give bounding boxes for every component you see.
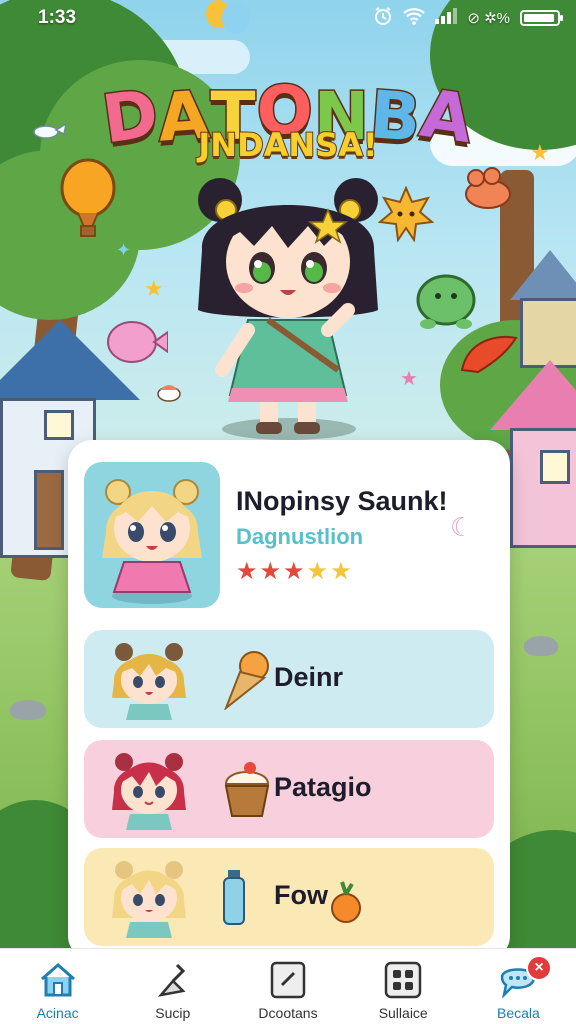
rating-star-icon: ★ xyxy=(259,558,282,585)
rock xyxy=(524,636,558,656)
orange-icon xyxy=(330,878,364,929)
pink-fish-icon xyxy=(104,316,169,375)
profile-role: Dagnustlion xyxy=(236,524,364,549)
status-bar: 1:33 ⊘ ✲% xyxy=(0,0,576,36)
item-avatar xyxy=(106,856,192,938)
bottle-and-orange-icon xyxy=(220,866,274,928)
status-time: 1:33 xyxy=(38,7,77,28)
notification-badge[interactable]: × xyxy=(526,955,553,981)
rating-star-icon: ★ xyxy=(306,558,329,585)
list-item-deinr[interactable]: Deinr xyxy=(84,630,494,728)
nav-item-dcootans[interactable]: Dcootans xyxy=(230,949,345,1024)
moon-icon: ☾ xyxy=(450,512,474,542)
profile-rating: ★ ★ ★ ★ ★ xyxy=(236,560,352,584)
nav-label: Acinac xyxy=(36,1005,79,1021)
item-label: Patagio xyxy=(274,772,372,802)
nav-label: Sullaice xyxy=(378,1005,428,1021)
sushi-icon xyxy=(156,378,182,409)
hot-air-balloon-icon xyxy=(56,158,120,253)
list-item-patagio[interactable]: Patagio xyxy=(84,740,494,838)
nav-label: Sucip xyxy=(155,1005,191,1021)
nav-item-becala[interactable]: Becala × xyxy=(461,949,576,1024)
ice-cream-cone-icon xyxy=(220,648,274,712)
nav-item-home[interactable]: Acinac xyxy=(0,949,115,1024)
right-house xyxy=(490,250,576,570)
profile-avatar[interactable] xyxy=(84,462,220,608)
star-icon: ★ xyxy=(144,276,164,301)
item-label: Fow xyxy=(274,880,328,910)
rating-star-icon: ★ xyxy=(236,558,258,585)
bottom-nav: Acinac Sucip Dcootans Sullaice Becala × xyxy=(0,948,576,1024)
hero-character xyxy=(188,170,388,440)
nav-item-sucip[interactable]: Sucip xyxy=(115,949,230,1024)
document-icon xyxy=(268,961,308,999)
rating-star-icon: ★ xyxy=(330,558,352,585)
alarm-icon xyxy=(373,6,393,30)
item-avatar xyxy=(106,638,192,720)
mouse-icon xyxy=(458,166,516,217)
broom-icon xyxy=(153,961,193,999)
sparkle-icon: ✦ xyxy=(116,240,132,260)
rock xyxy=(10,700,46,720)
rating-star-icon: ★ xyxy=(283,558,305,585)
home-icon xyxy=(38,961,78,999)
signal-icon xyxy=(435,8,458,28)
status-icons: ⊘ ✲% xyxy=(373,6,563,30)
status-extra-icons: ⊘ ✲% xyxy=(467,10,510,27)
character-panel: INopinsy Saunk! Dagnustlion ★ ★ ★ ★ ★ ☾ Dein… xyxy=(68,440,510,960)
game-subtitle: JNDANSA! xyxy=(197,125,378,165)
star-icon: ★ xyxy=(400,368,418,390)
nav-item-sullaice[interactable]: Sullaice xyxy=(346,949,461,1024)
nav-label: Becala xyxy=(497,1005,540,1021)
profile-name: INopinsy Saunk! xyxy=(236,486,448,516)
cupcake-icon xyxy=(220,758,274,820)
nav-label: Dcootans xyxy=(258,1005,318,1021)
list-item-fow[interactable]: Fow xyxy=(84,848,494,946)
item-label: Deinr xyxy=(274,662,344,692)
turtle-icon xyxy=(408,270,484,337)
red-bird-icon xyxy=(458,330,520,383)
wifi-icon xyxy=(403,7,426,29)
grid-icon xyxy=(383,961,423,999)
battery-icon xyxy=(520,10,563,26)
item-avatar xyxy=(106,748,192,830)
